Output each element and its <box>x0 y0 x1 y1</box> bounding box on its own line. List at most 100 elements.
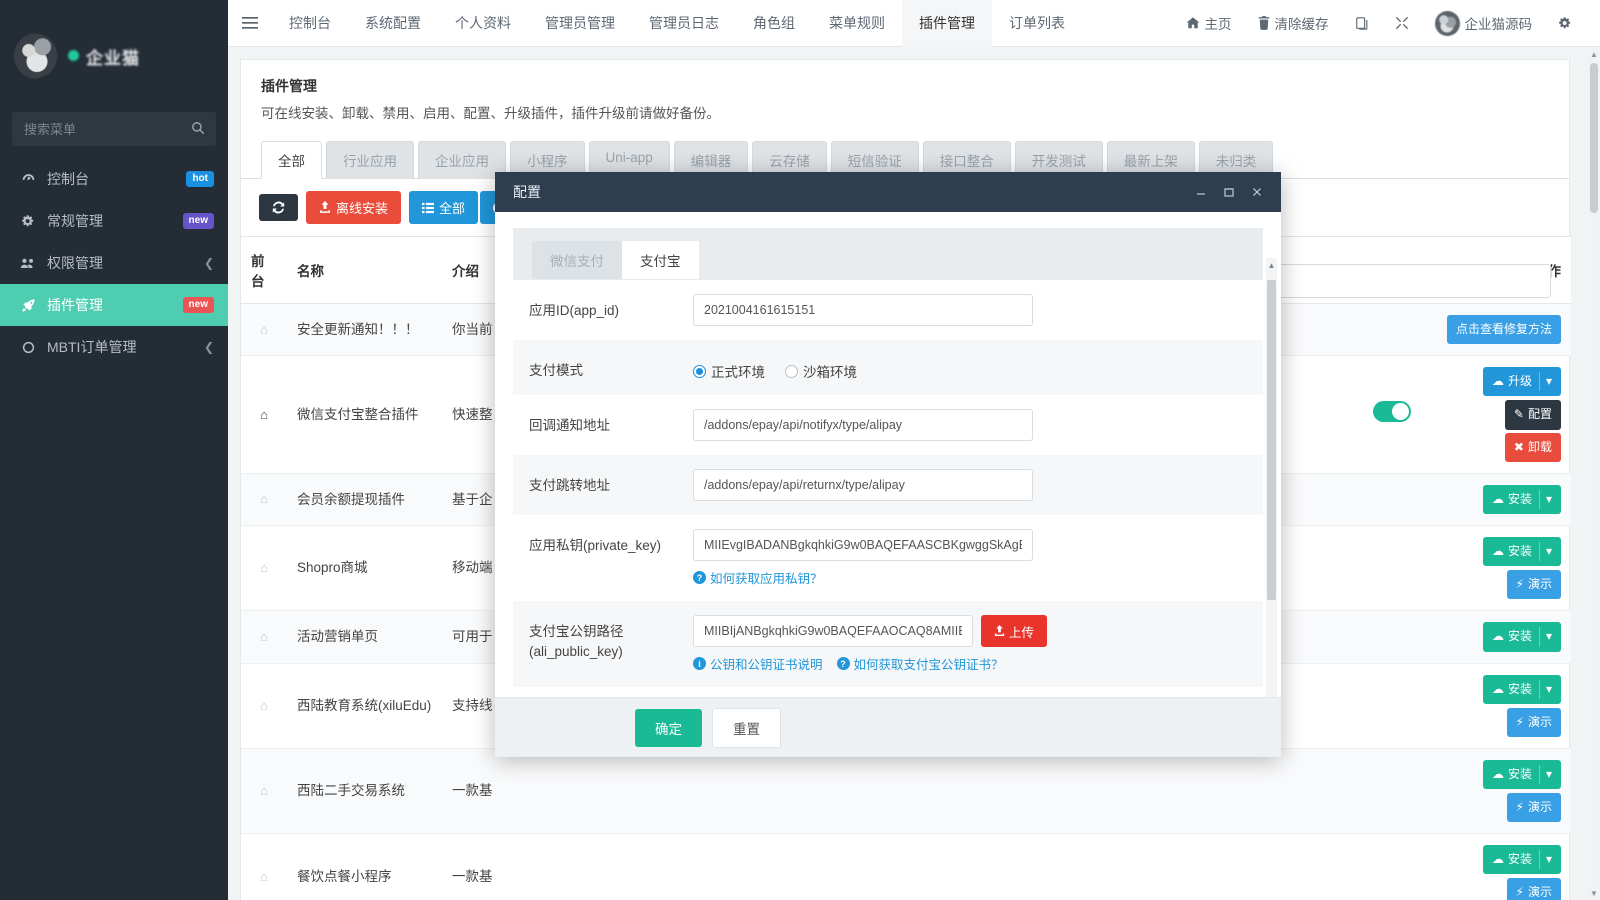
chevron-down-icon[interactable]: ▾ <box>1538 372 1552 392</box>
user-menu[interactable]: 企业猫源码 <box>1422 0 1546 47</box>
view-fix-button[interactable]: 点击查看修复方法 <box>1446 315 1561 345</box>
ali-public-key-upload-button[interactable]: 上传 <box>981 615 1048 647</box>
return-url-input[interactable] <box>693 469 1033 501</box>
tab-menu-rules[interactable]: 菜单规则 <box>812 0 902 47</box>
tab-admin-log[interactable]: 管理员日志 <box>632 0 736 47</box>
chevron-down-icon[interactable]: ▾ <box>1538 627 1552 647</box>
modal-scroll-thumb[interactable] <box>1267 280 1276 600</box>
notify-url-input[interactable] <box>693 409 1033 441</box>
install-button[interactable]: ☁ 安装 ▾ <box>1482 484 1561 514</box>
close-icon[interactable] <box>1243 172 1271 212</box>
chevron-down-icon[interactable]: ▾ <box>1538 764 1552 785</box>
tab-plugin-management[interactable]: 插件管理 <box>902 0 992 47</box>
clear-cache-label: 清除缓存 <box>1274 17 1329 32</box>
install-button[interactable]: ☁ 安装 ▾ <box>1482 845 1561 875</box>
private-key-input[interactable] <box>693 529 1033 561</box>
cell-operation: ☁ 安装 ▾ ⚡ 演示 <box>1432 663 1571 749</box>
cell-front: ⌂ <box>241 355 287 474</box>
config-button[interactable]: ✎ 配置 <box>1504 400 1561 430</box>
radio-sandbox[interactable]: 沙箱环境 <box>785 361 857 381</box>
install-button[interactable]: ☁ 安装 ▾ <box>1482 674 1561 704</box>
plugin-search-input[interactable] <box>1259 264 1551 298</box>
tab-admin-management[interactable]: 管理员管理 <box>528 0 632 47</box>
install-button[interactable]: ☁ 安装 ▾ <box>1482 759 1561 790</box>
page-scroll-thumb[interactable] <box>1590 63 1598 213</box>
uninstall-button[interactable]: ✖ 卸载 <box>1504 432 1561 462</box>
category-tab-industry[interactable]: 行业应用 <box>326 141 414 179</box>
radio-sandbox-icon[interactable] <box>785 364 798 378</box>
reset-button[interactable]: 重置 <box>712 707 781 748</box>
filter-all-button[interactable]: 全部 <box>409 191 479 224</box>
sidebar-item-general-management[interactable]: 常规管理 new <box>0 200 228 242</box>
multi-window-button[interactable] <box>1342 0 1382 47</box>
modal-scrollbar[interactable]: ▲ ▼ <box>1266 258 1277 732</box>
install-button[interactable]: ☁ 安装 ▾ <box>1482 622 1561 652</box>
config-form: 应用ID(app_id) 支付模式 正式环境 <box>513 280 1263 732</box>
hamburger-icon[interactable] <box>228 0 272 46</box>
upgrade-button[interactable]: ☁ 升级 ▾ <box>1482 367 1561 397</box>
enable-toggle[interactable] <box>1373 400 1411 422</box>
sidebar-item-label: 常规管理 <box>47 213 103 229</box>
demo-button[interactable]: ⚡ 演示 <box>1506 570 1561 600</box>
sidebar-item-mbti-order-management[interactable]: MBTI订单管理 ❮ <box>0 326 228 368</box>
home-button[interactable]: 主页 <box>1173 0 1245 47</box>
chevron-down-icon[interactable]: ▾ <box>1538 679 1552 699</box>
cell-operation: ☁ 安装 ▾ ⚡ 演示 <box>1432 833 1571 900</box>
sidebar-item-label: 插件管理 <box>47 297 103 313</box>
radio-production-icon[interactable] <box>693 364 706 378</box>
chevron-left-icon: ❮ <box>203 256 214 270</box>
tab-console[interactable]: 控制台 <box>272 0 348 47</box>
avatar <box>1434 10 1460 36</box>
radio-production[interactable]: 正式环境 <box>693 361 765 381</box>
demo-button[interactable]: ⚡ 演示 <box>1506 707 1561 737</box>
cell-name: 会员余额提现插件 <box>287 473 442 526</box>
link-public-key-explanation[interactable]: 公钥和公钥证书说明 <box>710 654 823 673</box>
cell-version <box>1272 748 1352 835</box>
brand-name: 企业猫 <box>68 44 140 69</box>
demo-button[interactable]: ⚡ 演示 <box>1506 878 1561 900</box>
chevron-down-icon[interactable]: ▾ <box>1538 850 1552 870</box>
tab-profile[interactable]: 个人资料 <box>438 0 528 47</box>
cell-state <box>1352 610 1432 664</box>
search-box[interactable] <box>12 112 216 146</box>
maximize-icon[interactable] <box>1215 172 1243 212</box>
fullscreen-button[interactable] <box>1382 0 1422 47</box>
cell-front: ⌂ <box>241 663 287 749</box>
sidebar-item-plugin-management[interactable]: 插件管理 new <box>0 284 228 326</box>
cell-version <box>1272 610 1352 664</box>
tab-role-group[interactable]: 角色组 <box>736 0 812 47</box>
chevron-down-icon[interactable]: ▾ <box>1538 541 1552 562</box>
app-id-input[interactable] <box>693 294 1033 326</box>
offline-install-button[interactable]: 离线安装 <box>306 191 402 224</box>
modal-scroll-up-arrow-icon[interactable]: ▲ <box>1266 258 1277 272</box>
upload-label: 上传 <box>1009 625 1035 640</box>
tab-system-config[interactable]: 系统配置 <box>348 0 438 47</box>
search-menu-input[interactable] <box>12 112 216 146</box>
table-row: ⌂ 西陆二手交易系统 一款基 ☁ 安装 ▾ ⚡ 演示 <box>241 748 1571 835</box>
tab-alipay[interactable]: 支付宝 <box>622 241 699 279</box>
tab-order-list[interactable]: 订单列表 <box>992 0 1082 47</box>
confirm-button[interactable]: 确定 <box>635 708 702 747</box>
install-button[interactable]: ☁ 安装 ▾ <box>1482 536 1561 567</box>
tab-wechat-pay[interactable]: 微信支付 <box>532 241 622 279</box>
sidebar-logo[interactable]: 企业猫 <box>0 0 228 112</box>
link-how-to-get-alipay-public-cert[interactable]: 如何获取支付宝公钥证书？ <box>854 654 1004 673</box>
refresh-icon <box>272 201 285 214</box>
hint-ali-public-key: i 公钥和公钥证书说明 ? 如何获取支付宝公钥证书？ <box>693 654 1249 673</box>
sidebar-item-dashboard[interactable]: 控制台 hot <box>0 158 228 200</box>
minimize-icon[interactable] <box>1187 172 1215 212</box>
sidebar-badge-new: new <box>182 297 214 313</box>
link-how-to-get-private-key[interactable]: 如何获取应用私钥？ <box>710 568 823 587</box>
scroll-up-arrow-icon[interactable]: ▲ <box>1588 47 1600 61</box>
chevron-down-icon[interactable]: ▾ <box>1538 489 1552 509</box>
settings-button[interactable] <box>1545 0 1586 47</box>
sidebar-item-permission-management[interactable]: 权限管理 ❮ <box>0 242 228 284</box>
clear-cache-button[interactable]: 清除缓存 <box>1245 0 1342 47</box>
demo-button[interactable]: ⚡ 演示 <box>1506 793 1561 823</box>
page-scrollbar[interactable]: ▲ ▼ <box>1588 47 1600 900</box>
category-tab-all[interactable]: 全部 <box>261 141 322 179</box>
category-tab-enterprise[interactable]: 企业应用 <box>418 141 506 179</box>
refresh-button[interactable] <box>259 194 298 221</box>
scroll-down-arrow-icon[interactable]: ▼ <box>1588 886 1600 900</box>
ali-public-key-input[interactable] <box>693 615 973 647</box>
